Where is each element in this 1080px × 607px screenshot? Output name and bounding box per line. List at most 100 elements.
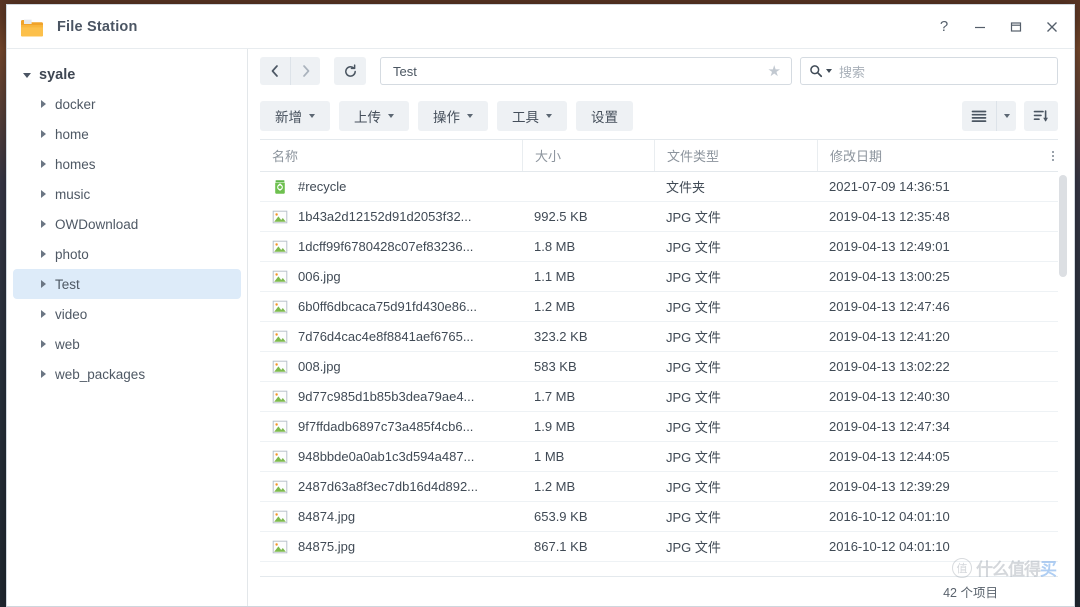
cell-size: 583 KB	[522, 352, 654, 381]
chevron-down-icon[interactable]	[546, 114, 552, 118]
sidebar-item-label: homes	[55, 157, 96, 172]
scrollbar-thumb[interactable]	[1059, 175, 1067, 277]
chevron-right-icon[interactable]	[41, 130, 46, 138]
chevron-down-icon[interactable]	[309, 114, 315, 118]
sidebar-item-video[interactable]: video	[13, 299, 241, 329]
file-name: 84875.jpg	[298, 539, 355, 554]
chevron-right-icon[interactable]	[41, 250, 46, 258]
chevron-down-icon[interactable]	[467, 114, 473, 118]
file-name: 6b0ff6dbcaca75d91fd430e86...	[298, 299, 477, 314]
cell-type: JPG 文件	[654, 472, 817, 501]
sidebar-item-web_packages[interactable]: web_packages	[13, 359, 241, 389]
table-row[interactable]: 1b43a2d12152d91d2053f32...992.5 KBJPG 文件…	[260, 202, 1058, 232]
star-icon[interactable]: ★	[764, 62, 785, 80]
cell-date: 2019-04-13 12:44:05	[817, 442, 1058, 471]
folder-icon	[19, 15, 45, 39]
chevron-right-icon[interactable]	[41, 100, 46, 108]
toolbar-button-label: 工具	[512, 106, 539, 126]
table-row[interactable]: 84874.jpg653.9 KBJPG 文件2016-10-12 04:01:…	[260, 502, 1058, 532]
vertical-scrollbar[interactable]	[1059, 173, 1067, 607]
window-body: syale docker home homes music OWDownloadphot…	[7, 49, 1074, 606]
chevron-right-icon[interactable]	[290, 57, 320, 85]
toolbar-button-label: 设置	[591, 106, 618, 126]
settings-button[interactable]: 设置	[576, 101, 633, 131]
create-button[interactable]: 新增	[260, 101, 330, 131]
chevron-down-icon[interactable]	[388, 114, 394, 118]
sidebar-item-docker[interactable]: docker	[13, 89, 241, 119]
sidebar-item-home[interactable]: home	[13, 119, 241, 149]
close-button[interactable]	[1034, 12, 1070, 42]
sidebar-item-test[interactable]: Test	[13, 269, 241, 299]
kebab-menu-icon[interactable]	[1036, 140, 1058, 171]
file-name: 1b43a2d12152d91d2053f32...	[298, 209, 472, 224]
action-toolbar: 新增上传操作 工具 设置	[248, 93, 1074, 139]
title-bar: File Station ?	[7, 5, 1074, 49]
image-file-icon	[272, 299, 288, 315]
cell-type: JPG 文件	[654, 442, 817, 471]
file-name: 84874.jpg	[298, 509, 355, 524]
chevron-down-icon[interactable]	[826, 69, 832, 73]
cell-name: 84874.jpg	[260, 502, 522, 531]
table-row[interactable]: 6b0ff6dbcaca75d91fd430e86...1.2 MBJPG 文件…	[260, 292, 1058, 322]
maximize-button[interactable]	[998, 12, 1034, 42]
sidebar-root-syale[interactable]: syale	[7, 61, 247, 89]
file-station-window: File Station ? syale docker home homes musi…	[6, 4, 1075, 607]
sidebar-item-label: web_packages	[55, 367, 145, 382]
sidebar-item-label: music	[55, 187, 90, 202]
view-dropdown-chevron-down-icon[interactable]	[996, 101, 1016, 131]
sidebar-item-web[interactable]: web	[13, 329, 241, 359]
sidebar-item-homes[interactable]: homes	[13, 149, 241, 179]
chevron-down-icon[interactable]	[23, 73, 31, 78]
chevron-right-icon[interactable]	[41, 340, 46, 348]
table-row[interactable]: 948bbde0a0ab1c3d594a487...1 MBJPG 文件2019…	[260, 442, 1058, 472]
table-row[interactable]: 9f7ffdadb6897c73a485f4cb6...1.9 MBJPG 文件…	[260, 412, 1058, 442]
sidebar-item-music[interactable]: music	[13, 179, 241, 209]
chevron-right-icon[interactable]	[41, 160, 46, 168]
cell-name: 1b43a2d12152d91d2053f32...	[260, 202, 522, 231]
table-row[interactable]: 2487d63a8f3ec7db16d4d892...1.2 MBJPG 文件2…	[260, 472, 1058, 502]
cell-date: 2019-04-13 13:00:25	[817, 262, 1058, 291]
chevron-right-icon[interactable]	[41, 310, 46, 318]
file-name: 1dcff99f6780428c07ef83236...	[298, 239, 473, 254]
column-header-name[interactable]: 名称	[260, 140, 522, 171]
column-header-type[interactable]: 文件类型	[654, 140, 817, 171]
cell-name: 006.jpg	[260, 262, 522, 291]
table-row[interactable]: 008.jpg583 KBJPG 文件2019-04-13 13:02:22	[260, 352, 1058, 382]
chevron-left-icon[interactable]	[260, 57, 290, 85]
search-input[interactable]: 搜索	[800, 57, 1058, 85]
table-row[interactable]: 006.jpg1.1 MBJPG 文件2019-04-13 13:00:25	[260, 262, 1058, 292]
cell-date: 2019-04-13 13:02:22	[817, 352, 1058, 381]
chevron-right-icon[interactable]	[41, 190, 46, 198]
refresh-icon[interactable]	[334, 57, 366, 85]
action-button[interactable]: 操作	[418, 101, 488, 131]
image-file-icon	[272, 449, 288, 465]
table-row[interactable]: 9d77c985d1b85b3dea79ae4...1.7 MBJPG 文件20…	[260, 382, 1058, 412]
cell-type: JPG 文件	[654, 202, 817, 231]
tools-button[interactable]: 工具	[497, 101, 567, 131]
toolbar-button-group: 新增上传操作 工具 设置	[260, 101, 633, 131]
cell-size: 1.1 MB	[522, 262, 654, 291]
table-row[interactable]: #recycle文件夹2021-07-09 14:36:51	[260, 172, 1058, 202]
chevron-right-icon[interactable]	[41, 370, 46, 378]
sidebar-item-label: home	[55, 127, 89, 142]
column-header-date[interactable]: 修改日期	[817, 140, 1036, 171]
table-row[interactable]: 1dcff99f6780428c07ef83236...1.8 MBJPG 文件…	[260, 232, 1058, 262]
cell-type: JPG 文件	[654, 352, 817, 381]
cell-name: 9d77c985d1b85b3dea79ae4...	[260, 382, 522, 411]
upload-button[interactable]: 上传	[339, 101, 409, 131]
chevron-right-icon[interactable]	[41, 280, 46, 288]
sort-descending-icon[interactable]	[1024, 101, 1058, 131]
path-bar[interactable]: Test ★	[380, 57, 792, 85]
table-row[interactable]: 7d76d4cac4e8f8841aef6765...323.2 KBJPG 文…	[260, 322, 1058, 352]
cell-type: 文件夹	[654, 172, 817, 201]
sidebar-item-photo[interactable]: photo	[13, 239, 241, 269]
image-file-icon	[272, 269, 288, 285]
minimize-button[interactable]	[962, 12, 998, 42]
chevron-right-icon[interactable]	[41, 220, 46, 228]
table-row[interactable]: 84875.jpg867.1 KBJPG 文件2016-10-12 04:01:…	[260, 532, 1058, 562]
search-placeholder: 搜索	[839, 62, 865, 81]
list-view-icon[interactable]	[962, 101, 996, 131]
help-button[interactable]: ?	[926, 12, 962, 42]
sidebar-item-owdownload[interactable]: OWDownload	[13, 209, 241, 239]
column-header-size[interactable]: 大小	[522, 140, 654, 171]
